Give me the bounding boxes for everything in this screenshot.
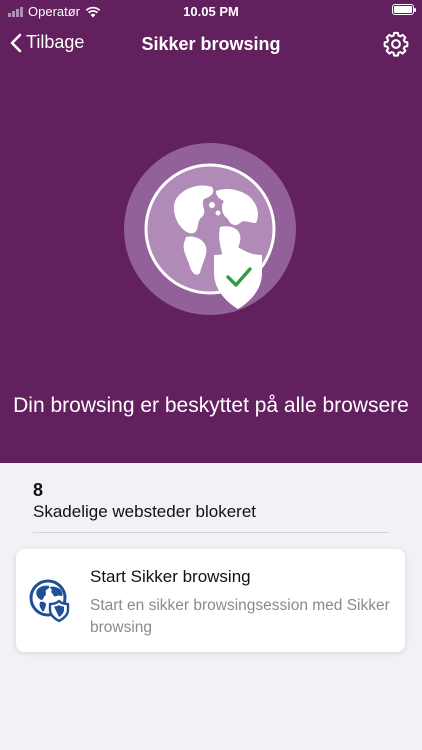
- globe-shield-check-icon: [124, 143, 296, 315]
- blocked-label: Skadelige websteder blokeret: [33, 502, 257, 521]
- navigation-bar: Tilbage Sikker browsing: [0, 26, 422, 62]
- hero-section: Operatør 10.05 PM Tilbage Sikker browsin…: [0, 0, 422, 463]
- status-bar: Operatør 10.05 PM: [0, 0, 422, 22]
- status-time: 10.05 PM: [183, 4, 239, 19]
- divider: [33, 532, 389, 533]
- protection-status-message: Din browsing er beskyttet på alle browse…: [13, 394, 409, 417]
- gear-icon[interactable]: [382, 30, 410, 58]
- blocked-count: 8: [33, 480, 44, 500]
- blocked-sites-stat: 8 Skadelige websteder blokeret: [33, 480, 389, 522]
- globe-shield-icon: [29, 579, 70, 622]
- page-title: Sikker browsing: [141, 34, 281, 54]
- battery-icon: [392, 4, 416, 15]
- card-title: Start Sikker browsing: [90, 567, 251, 586]
- start-safe-browsing-card[interactable]: Start Sikker browsing Start en sikker br…: [16, 549, 405, 652]
- card-description: Start en sikker browsingsession med Sikk…: [90, 597, 390, 636]
